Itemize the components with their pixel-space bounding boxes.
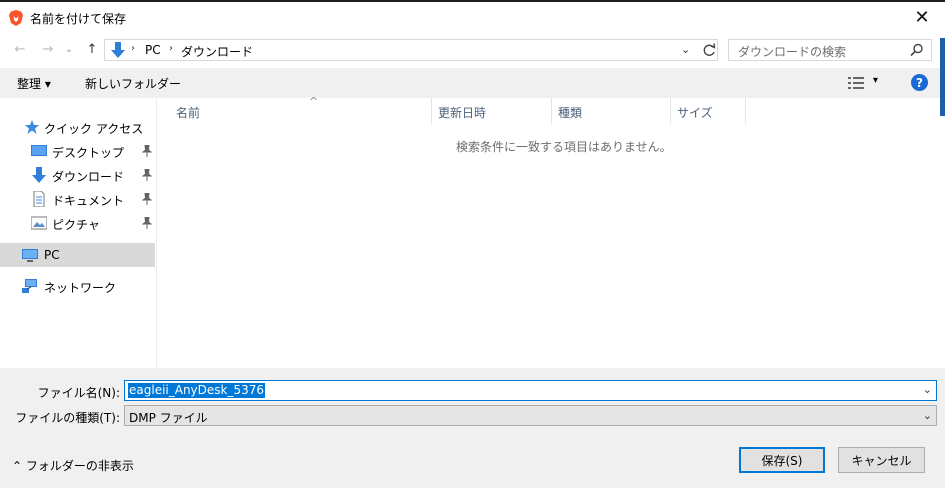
column-header-name[interactable]: 名前 ^: [170, 95, 432, 124]
organize-button[interactable]: 整理 ▾: [17, 75, 51, 92]
nav-label: ダウンロード: [52, 170, 125, 184]
file-name-value[interactable]: eagleii_AnyDesk_5376: [128, 383, 266, 398]
column-header-label: 種類: [558, 106, 583, 120]
arrow-up-icon: ↑: [86, 41, 98, 57]
back-button[interactable]: ←: [12, 41, 28, 57]
nav-item-desktop[interactable]: デスクトップ: [0, 139, 155, 163]
arrow-right-icon: →: [42, 41, 54, 57]
breadcrumb-separator: ›: [131, 43, 135, 54]
desktop-icon: [31, 145, 47, 156]
sort-ascending-icon: ^: [309, 95, 319, 108]
nav-item-pc[interactable]: PC: [0, 243, 155, 267]
nav-label: クイック アクセス: [44, 122, 144, 136]
up-button[interactable]: ↑: [84, 41, 100, 57]
window-title: 名前を付けて保存: [30, 12, 127, 26]
document-icon: [33, 191, 45, 207]
new-folder-button[interactable]: 新しいフォルダー: [85, 75, 181, 92]
breadcrumb-pc[interactable]: PC: [145, 43, 161, 57]
brave-lion-icon: [9, 10, 23, 26]
nav-item-pictures[interactable]: ピクチャ: [0, 211, 155, 235]
nav-label: ドキュメント: [52, 194, 125, 208]
save-button[interactable]: 保存(S): [739, 447, 825, 473]
pin-icon[interactable]: [142, 217, 152, 229]
help-icon[interactable]: ?: [911, 74, 928, 91]
file-list[interactable]: 名前 ^ 更新日時 種類 サイズ 検索条件に一致する項目はありません。: [158, 95, 940, 368]
nav-item-quick-access[interactable]: クイック アクセス: [0, 115, 155, 139]
address-history-dropdown[interactable]: ⌄: [681, 43, 690, 56]
address-bar[interactable]: › PC › ダウンロード ⌄: [104, 39, 718, 61]
pin-icon[interactable]: [142, 169, 152, 181]
navigation-pane: クイック アクセス デスクトップ ダウンロード ドキュメント ピクチャ PC ネ…: [0, 98, 157, 368]
file-type-select[interactable]: DMP ファイル ⌄: [124, 405, 937, 426]
file-type-label: ファイルの種類(T):: [15, 411, 120, 425]
column-header-label: 名前: [176, 106, 201, 120]
column-header-label: 更新日時: [438, 106, 487, 120]
file-name-label: ファイル名(N):: [37, 386, 120, 400]
star-icon: [25, 120, 39, 134]
nav-label: PC: [44, 248, 60, 262]
nav-label: ピクチャ: [52, 218, 100, 232]
chevron-down-icon[interactable]: ⌄: [923, 383, 932, 396]
hide-folders-toggle[interactable]: ⌃ フォルダーの非表示: [12, 457, 134, 474]
refresh-icon[interactable]: [701, 41, 717, 59]
search-icon[interactable]: [910, 43, 924, 57]
network-icon: [22, 279, 37, 293]
pc-icon: [22, 249, 38, 262]
cancel-button[interactable]: キャンセル: [838, 447, 925, 473]
download-icon: [32, 167, 46, 183]
column-header-size[interactable]: サイズ: [671, 98, 746, 124]
nav-item-documents[interactable]: ドキュメント: [0, 187, 155, 211]
view-options-icon[interactable]: [848, 77, 864, 89]
address-row: ← → ⌄ ↑ › PC › ダウンロード ⌄ ダウンロードの検索: [0, 34, 945, 66]
breadcrumb-separator: ›: [169, 43, 173, 54]
pin-icon[interactable]: [142, 145, 152, 157]
column-header-label: サイズ: [677, 106, 713, 120]
download-folder-icon: [111, 42, 125, 58]
chevron-down-icon[interactable]: ⌄: [923, 409, 932, 422]
nav-item-downloads[interactable]: ダウンロード: [0, 163, 155, 187]
nav-label: ネットワーク: [44, 281, 117, 295]
chevron-down-icon: ⌄: [64, 43, 74, 55]
command-bar: 整理 ▾ 新しいフォルダー ▾ ?: [0, 68, 945, 98]
close-icon: ✕: [914, 6, 930, 28]
save-options-panel: ファイル名(N): eagleii_AnyDesk_5376 ⌄ ファイルの種類…: [0, 368, 945, 488]
search-placeholder: ダウンロードの検索: [738, 45, 847, 59]
file-type-value: DMP ファイル: [129, 411, 208, 425]
background-window-edge: [940, 38, 945, 116]
view-options-dropdown[interactable]: ▾: [873, 75, 878, 86]
column-header-modified[interactable]: 更新日時: [432, 98, 552, 124]
nav-item-network[interactable]: ネットワーク: [0, 274, 155, 298]
file-name-input[interactable]: eagleii_AnyDesk_5376 ⌄: [124, 380, 937, 401]
title-bar: 名前を付けて保存 ✕: [0, 2, 945, 32]
column-header-type[interactable]: 種類: [552, 98, 671, 124]
breadcrumb-downloads[interactable]: ダウンロード: [181, 43, 253, 60]
recent-locations-button[interactable]: ⌄: [63, 41, 75, 57]
search-box[interactable]: ダウンロードの検索: [728, 39, 932, 61]
close-button[interactable]: ✕: [899, 2, 945, 32]
picture-icon: [31, 216, 47, 230]
empty-folder-message: 検索条件に一致する項目はありません。: [456, 140, 672, 154]
pin-icon[interactable]: [142, 193, 152, 205]
forward-button[interactable]: →: [40, 41, 56, 57]
nav-label: デスクトップ: [52, 146, 125, 160]
arrow-left-icon: ←: [14, 41, 26, 57]
